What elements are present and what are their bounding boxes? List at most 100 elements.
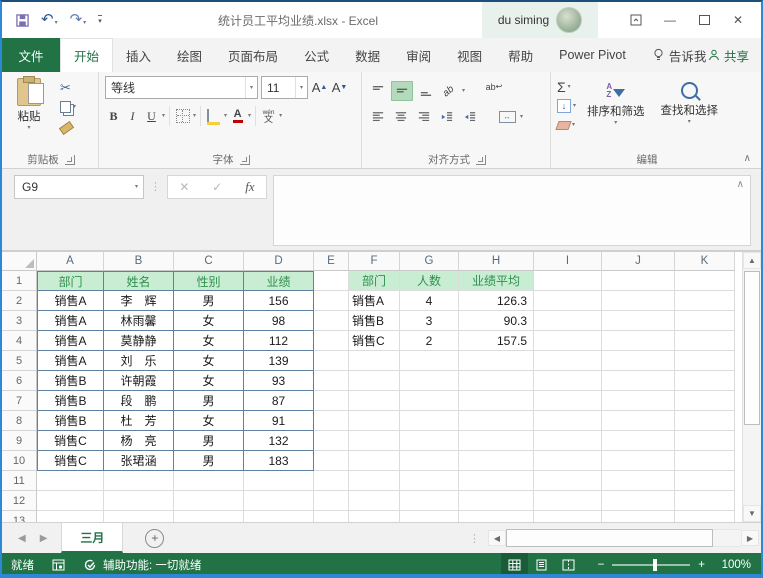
cell-G1[interactable]: 人数	[400, 271, 459, 291]
tab-2[interactable]: 绘图	[164, 38, 215, 72]
cell-D11[interactable]	[244, 471, 314, 491]
cell-D8[interactable]: 91	[244, 411, 314, 431]
align-center-button[interactable]	[391, 108, 411, 126]
select-all-corner[interactable]	[2, 252, 37, 271]
cell-G5[interactable]	[400, 351, 459, 371]
zoom-in-button[interactable]: +	[698, 559, 705, 571]
row-header-10[interactable]: 10	[2, 451, 37, 471]
cell-I8[interactable]	[534, 411, 602, 431]
cell-F8[interactable]	[349, 411, 400, 431]
horizontal-scroll-track[interactable]	[713, 529, 741, 547]
cell-D9[interactable]: 132	[244, 431, 314, 451]
minimize-button[interactable]: —	[653, 2, 687, 38]
next-sheet-icon[interactable]: ▶	[40, 533, 48, 544]
cell-B10[interactable]: 张珺涵	[104, 451, 174, 471]
cell-D13[interactable]	[244, 511, 314, 522]
cell-F13[interactable]	[349, 511, 400, 522]
cell-K6[interactable]	[675, 371, 735, 391]
fill-button[interactable]: ↓▾	[557, 98, 576, 114]
zoom-slider-thumb[interactable]	[653, 559, 657, 571]
cell-K9[interactable]	[675, 431, 735, 451]
cell-F5[interactable]	[349, 351, 400, 371]
tell-me-button[interactable]: 告诉我	[653, 38, 707, 72]
cell-D12[interactable]	[244, 491, 314, 511]
cell-F7[interactable]	[349, 391, 400, 411]
cell-I11[interactable]	[534, 471, 602, 491]
cell-B4[interactable]: 莫静静	[104, 331, 174, 351]
cell-H6[interactable]	[459, 371, 534, 391]
cell-C9[interactable]: 男	[174, 431, 244, 451]
cell-D2[interactable]: 156	[244, 291, 314, 311]
col-header-C[interactable]: C	[174, 252, 244, 271]
orientation-button[interactable]: ab	[439, 82, 459, 100]
cell-B9[interactable]: 杨 亮	[104, 431, 174, 451]
cell-C10[interactable]: 男	[174, 451, 244, 471]
cell-K8[interactable]	[675, 411, 735, 431]
font-dialog-launcher[interactable]	[240, 155, 250, 165]
cell-H1[interactable]: 业绩平均	[459, 271, 534, 291]
tab-scroll-splitter[interactable]: ⋮	[469, 523, 480, 553]
horizontal-scroll-thumb[interactable]	[506, 529, 713, 547]
italic-button[interactable]: I	[124, 107, 141, 126]
cell-E8[interactable]	[314, 411, 349, 431]
cell-C5[interactable]: 女	[174, 351, 244, 371]
paste-dropdown-icon[interactable]: ▾	[27, 124, 30, 132]
cell-K1[interactable]	[675, 271, 735, 291]
cell-C3[interactable]: 女	[174, 311, 244, 331]
row-header-4[interactable]: 4	[2, 331, 37, 351]
font-name-combo[interactable]: 等线 ▾	[105, 76, 258, 99]
cell-K4[interactable]	[675, 331, 735, 351]
collapse-formula-bar-icon[interactable]: ∧	[737, 179, 744, 190]
find-select-button[interactable]: 查找和选择 ▾	[656, 76, 724, 126]
borders-dropdown-icon[interactable]: ▾	[193, 112, 196, 120]
cell-A8[interactable]: 销售B	[37, 411, 104, 431]
cell-H3[interactable]: 90.3	[459, 311, 534, 331]
clipboard-dialog-launcher[interactable]	[65, 155, 75, 165]
cell-C6[interactable]: 女	[174, 371, 244, 391]
cell-E13[interactable]	[314, 511, 349, 522]
name-box-dropdown-icon[interactable]: ▾	[135, 183, 143, 191]
cell-D6[interactable]: 93	[244, 371, 314, 391]
cell-A7[interactable]: 销售B	[37, 391, 104, 411]
row-header-3[interactable]: 3	[2, 311, 37, 331]
cell-I6[interactable]	[534, 371, 602, 391]
paste-button[interactable]: 粘贴 ▾	[8, 76, 50, 132]
top-align-button[interactable]	[368, 82, 388, 100]
row-header-8[interactable]: 8	[2, 411, 37, 431]
cell-E1[interactable]	[314, 271, 349, 291]
cell-I3[interactable]	[534, 311, 602, 331]
tab-0[interactable]: 开始	[60, 38, 113, 72]
cell-J7[interactable]	[602, 391, 675, 411]
col-header-D[interactable]: D	[244, 252, 314, 271]
cell-D7[interactable]: 87	[244, 391, 314, 411]
copy-button[interactable]: ▾	[60, 99, 76, 114]
sort-filter-dropdown-icon[interactable]: ▾	[614, 119, 617, 127]
cell-G7[interactable]	[400, 391, 459, 411]
autosum-button[interactable]: Σ▾	[557, 79, 576, 95]
formula-input[interactable]: ∧	[273, 175, 751, 246]
name-box[interactable]: G9 ▾	[14, 175, 144, 199]
cell-I2[interactable]	[534, 291, 602, 311]
cell-F11[interactable]	[349, 471, 400, 491]
col-header-H[interactable]: H	[459, 252, 534, 271]
cell-E5[interactable]	[314, 351, 349, 371]
cell-G9[interactable]	[400, 431, 459, 451]
borders-button[interactable]	[174, 107, 191, 126]
cell-F3[interactable]: 销售B	[349, 311, 400, 331]
tab-9[interactable]: Power Pivot	[546, 38, 639, 72]
col-header-K[interactable]: K	[675, 252, 735, 271]
cell-A9[interactable]: 销售C	[37, 431, 104, 451]
account-badge[interactable]: du siming	[482, 2, 598, 38]
cell-I10[interactable]	[534, 451, 602, 471]
collapse-ribbon-button[interactable]: ∧	[744, 153, 751, 164]
maximize-button[interactable]	[687, 2, 721, 38]
col-header-E[interactable]: E	[314, 252, 349, 271]
row-header-2[interactable]: 2	[2, 291, 37, 311]
row-header-12[interactable]: 12	[2, 491, 37, 511]
cell-H8[interactable]	[459, 411, 534, 431]
cell-E10[interactable]	[314, 451, 349, 471]
cell-C2[interactable]: 男	[174, 291, 244, 311]
tab-5[interactable]: 数据	[342, 38, 393, 72]
formula-bar-splitter[interactable]: ⋮	[150, 175, 161, 199]
scroll-left-icon[interactable]: ◀	[488, 530, 506, 546]
